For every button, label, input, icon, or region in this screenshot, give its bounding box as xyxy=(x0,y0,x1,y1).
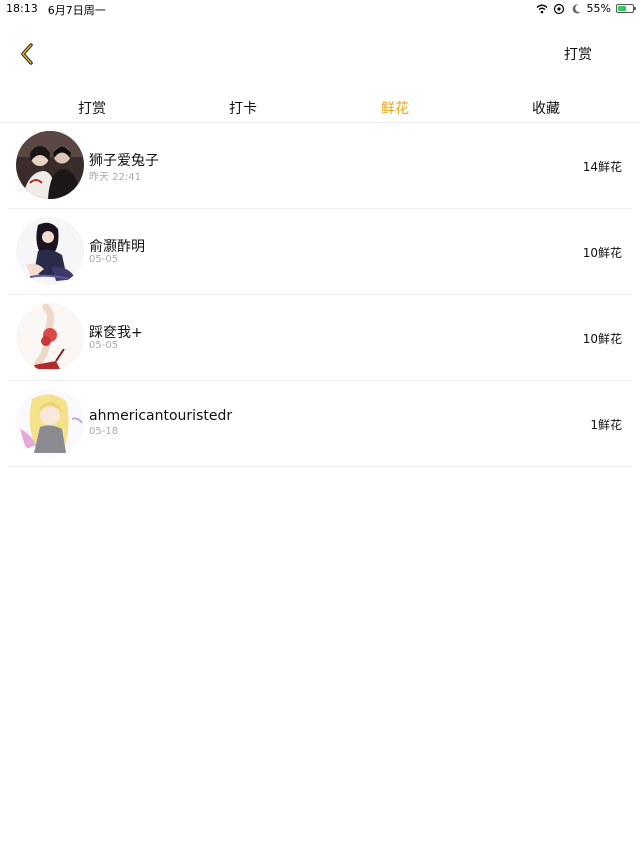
reward-button[interactable]: 打赏 xyxy=(564,44,592,64)
flower-list: 狮子爱兔子 昨天 22:41 14鲜花 俞灏酢明 05-05 10鲜花 踩奁我+… xyxy=(0,123,640,467)
status-left: 18:13 6月7日周一 xyxy=(6,2,106,18)
back-button[interactable] xyxy=(14,40,42,68)
timestamp: 05-05 xyxy=(89,254,119,265)
flower-count: 10鲜花 xyxy=(582,332,622,346)
user-name: ahmericantouristedr xyxy=(89,408,233,424)
timestamp: 05-05 xyxy=(89,340,119,351)
user-name: 踩奁我+ xyxy=(89,325,143,341)
battery-percent: 55% xyxy=(586,2,611,15)
tab-bar: 打赏 打卡 鲜花 收藏 xyxy=(0,92,640,123)
timestamp: 05-18 xyxy=(89,426,119,437)
tab-flowers[interactable]: 鲜花 xyxy=(355,98,435,118)
flower-count: 1鲜花 xyxy=(590,418,622,432)
flower-count: 10鲜花 xyxy=(582,246,622,260)
battery-cap xyxy=(634,7,636,10)
wifi-icon xyxy=(536,3,548,15)
list-item[interactable]: ahmericantouristedr 05-18 1鲜花 xyxy=(8,381,632,467)
status-bar: 18:13 6月7日周一 55% xyxy=(0,0,640,18)
list-item[interactable]: 踩奁我+ 05-05 10鲜花 xyxy=(8,295,632,381)
avatar xyxy=(16,217,84,285)
chevron-left-icon xyxy=(21,43,33,65)
battery-charging-icon xyxy=(616,4,636,13)
status-date: 6月7日周一 xyxy=(47,4,106,17)
status-time: 18:13 xyxy=(6,2,38,15)
battery-fill xyxy=(618,6,626,11)
user-name: 狮子爱兔子 xyxy=(89,153,159,169)
tab-checkin[interactable]: 打卡 xyxy=(203,98,283,118)
list-item[interactable]: 狮子爱兔子 昨天 22:41 14鲜花 xyxy=(8,123,632,209)
tab-favorites[interactable]: 收藏 xyxy=(506,98,586,118)
timestamp: 昨天 22:41 xyxy=(89,172,141,183)
user-name: 俞灏酢明 xyxy=(89,239,145,255)
tab-reward[interactable]: 打赏 xyxy=(52,98,132,118)
nav-bar: 打赏 xyxy=(0,28,640,80)
list-item[interactable]: 俞灏酢明 05-05 10鲜花 xyxy=(8,209,632,295)
moon-icon xyxy=(570,3,582,15)
flower-count: 14鲜花 xyxy=(582,160,622,174)
page: 18:13 6月7日周一 55% 打赏 打赏 打卡 鲜花 收藏 狮子爱兔子 昨天… xyxy=(0,0,640,853)
avatar xyxy=(16,389,84,457)
location-icon xyxy=(553,3,565,15)
status-right: 55% xyxy=(536,2,636,15)
avatar xyxy=(16,303,84,371)
avatar xyxy=(16,131,84,199)
